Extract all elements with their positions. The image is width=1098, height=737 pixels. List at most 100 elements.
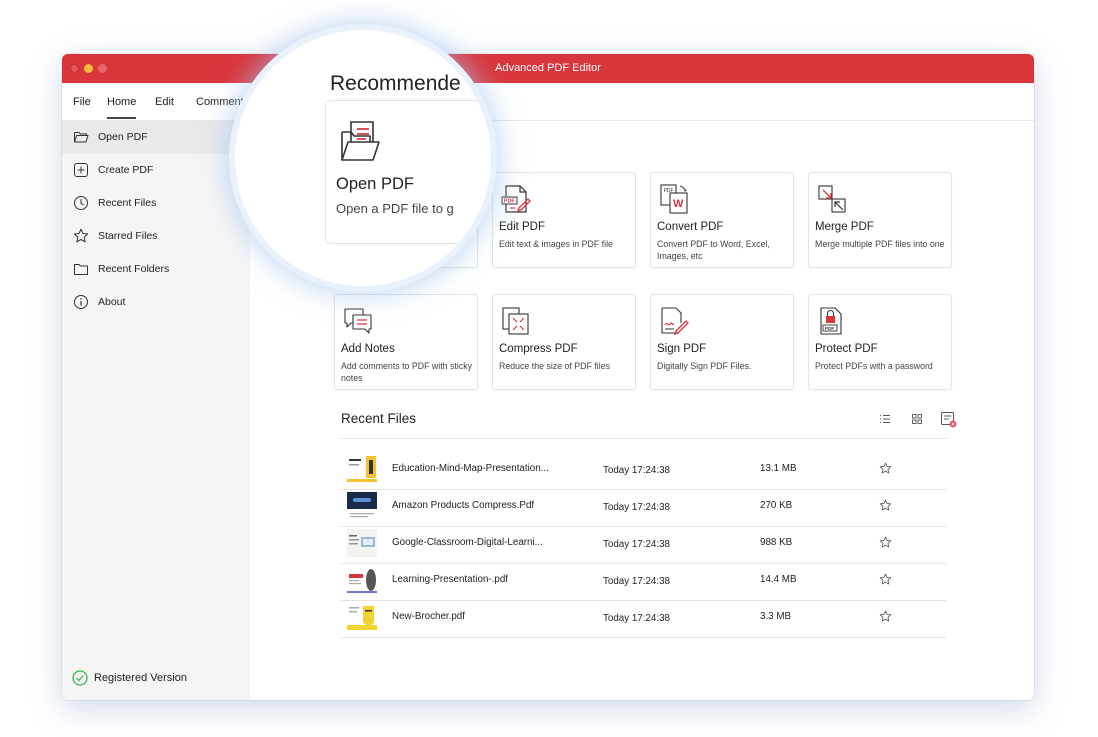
file-size: 3.3 MB: [760, 611, 792, 622]
menu-bar: File Home Edit Comment ls: [62, 83, 1034, 121]
card-desc: Convert PDF to Word, Excel, Images, etc: [657, 239, 770, 261]
sidebar-item-starred-files[interactable]: Starred Files: [62, 220, 250, 253]
check-circle-icon: [72, 670, 88, 686]
card-title: Add Notes: [341, 343, 395, 355]
sidebar-item-about[interactable]: About: [62, 286, 250, 319]
magnifier-callout: Recommende Open PDF Open a PDF file to g: [229, 24, 497, 292]
card-title: Merge PDF: [815, 221, 874, 233]
table-row[interactable]: Amazon Products Compress.Pdf Today 17:24…: [341, 489, 946, 527]
card-edit-pdf[interactable]: PDF Edit PDF Edit text & images in PDF f…: [492, 172, 636, 268]
sidebar-item-label: Recent Files: [98, 197, 157, 209]
file-thumbnail: [347, 529, 377, 557]
clock-icon: [74, 196, 88, 210]
registered-label: Registered Version: [94, 672, 187, 684]
sidebar-item-open-pdf[interactable]: Open PDF: [62, 121, 250, 154]
file-date: Today 17:24:38: [603, 465, 670, 476]
file-name: Education-Mind-Map-Presentation...: [392, 463, 549, 474]
sidebar-item-label: Open PDF: [98, 131, 148, 143]
grid-view-icon[interactable]: [910, 412, 924, 426]
file-date: Today 17:24:38: [603, 613, 670, 624]
file-date: Today 17:24:38: [603, 576, 670, 587]
sidebar-item-label: Create PDF: [98, 164, 154, 176]
file-thumbnail: [347, 603, 377, 631]
compress-pdf-icon: [502, 307, 529, 335]
card-desc: Open a PDF file to g: [336, 201, 454, 216]
menu-home[interactable]: Home: [107, 83, 137, 121]
card-title: Convert PDF: [657, 221, 724, 233]
file-date: Today 17:24:38: [603, 539, 670, 550]
folder-open-icon: [341, 121, 380, 161]
clear-recent-icon[interactable]: [940, 411, 957, 428]
card-desc: Reduce the size of PDF files: [499, 361, 610, 371]
add-notes-icon: [344, 308, 372, 334]
card-title: Open PDF: [336, 175, 414, 193]
card-compress-pdf[interactable]: Compress PDF Reduce the size of PDF file…: [492, 294, 636, 390]
file-thumbnail: [347, 566, 377, 594]
star-icon[interactable]: [879, 499, 892, 512]
sidebar-item-label: Starred Files: [98, 230, 158, 242]
recommended-heading: Recommende: [330, 72, 461, 95]
plus-square-icon: [74, 163, 88, 177]
table-row[interactable]: Google-Classroom-Digital-Learni... Today…: [341, 526, 946, 564]
sidebar-item-create-pdf[interactable]: Create PDF: [62, 154, 250, 187]
star-icon[interactable]: [879, 462, 892, 475]
file-date: Today 17:24:38: [603, 502, 670, 513]
sidebar: Open PDF Create PDF Recent Files Starred…: [62, 121, 250, 700]
file-name: Learning-Presentation-.pdf: [392, 574, 509, 585]
file-name: Amazon Products Compress.Pdf: [392, 500, 535, 511]
card-add-notes[interactable]: Add Notes Add comments to PDF with stick…: [334, 294, 478, 390]
star-icon[interactable]: [879, 610, 892, 623]
star-icon[interactable]: [879, 536, 892, 549]
card-title: Protect PDF: [815, 343, 878, 355]
svg-text:PDF: PDF: [504, 199, 516, 205]
app-window: Advanced PDF Editor File Home Edit Comme…: [62, 54, 1034, 700]
card-title: Sign PDF: [657, 343, 707, 355]
card-open-pdf-zoomed[interactable]: Open PDF Open a PDF file to g: [325, 100, 491, 244]
table-row[interactable]: Learning-Presentation-.pdf Today 17:24:3…: [341, 563, 946, 601]
sidebar-item-recent-files[interactable]: Recent Files: [62, 187, 250, 220]
merge-pdf-icon: [818, 185, 846, 213]
star-icon: [73, 228, 89, 243]
sidebar-item-label: About: [98, 296, 126, 308]
file-thumbnail: [347, 492, 377, 520]
svg-text:W: W: [673, 198, 684, 210]
menu-edit[interactable]: Edit: [155, 83, 174, 121]
file-size: 270 KB: [760, 500, 793, 511]
sign-pdf-icon: [661, 307, 689, 336]
title-bar: Advanced PDF Editor: [62, 54, 1034, 83]
recent-files-divider: [341, 438, 948, 439]
card-desc: Protect PDFs with a password: [815, 361, 933, 371]
card-desc: Digitally Sign PDF Files.: [657, 361, 752, 371]
sidebar-item-label: Recent Folders: [98, 263, 170, 275]
convert-pdf-icon: PDFW: [660, 184, 688, 214]
file-thumbnail: [347, 455, 377, 483]
card-desc: Merge multiple PDF files into one: [815, 239, 945, 249]
table-row[interactable]: New-Brocher.pdf Today 17:24:38 3.3 MB: [341, 600, 946, 638]
file-size: 988 KB: [760, 537, 793, 548]
menu-file[interactable]: File: [73, 83, 91, 121]
recent-files-heading: Recent Files: [341, 411, 417, 426]
card-merge-pdf[interactable]: Merge PDF Merge multiple PDF files into …: [808, 172, 952, 268]
edit-pdf-icon: PDF: [501, 185, 531, 213]
card-title: Compress PDF: [499, 343, 578, 355]
list-view-icon[interactable]: [878, 412, 892, 426]
card-title: Edit PDF: [499, 221, 546, 233]
star-icon[interactable]: [879, 573, 892, 586]
folder-open-icon: [74, 132, 89, 143]
file-size: 13.1 MB: [760, 463, 797, 474]
file-name: New-Brocher.pdf: [392, 611, 465, 622]
info-icon: [74, 295, 88, 309]
card-desc: Edit text & images in PDF file: [499, 239, 613, 249]
card-sign-pdf[interactable]: Sign PDF Digitally Sign PDF Files.: [650, 294, 794, 390]
card-protect-pdf[interactable]: PDF Protect PDF Protect PDFs with a pass…: [808, 294, 952, 390]
folder-icon: [74, 264, 88, 275]
sidebar-item-recent-folders[interactable]: Recent Folders: [62, 253, 250, 286]
protect-pdf-icon: PDF: [820, 307, 842, 335]
window-title: Advanced PDF Editor: [495, 62, 601, 74]
file-name: Google-Classroom-Digital-Learni...: [392, 537, 543, 548]
card-convert-pdf[interactable]: PDF W Convert PDF Convert PDF to Word, Ex…: [650, 172, 794, 268]
svg-text:PDF: PDF: [825, 326, 834, 331]
table-row[interactable]: Education-Mind-Map-Presentation... Today…: [341, 452, 946, 490]
card-desc: Add comments to PDF with sticky notes: [341, 361, 473, 383]
file-size: 14.4 MB: [760, 574, 797, 585]
